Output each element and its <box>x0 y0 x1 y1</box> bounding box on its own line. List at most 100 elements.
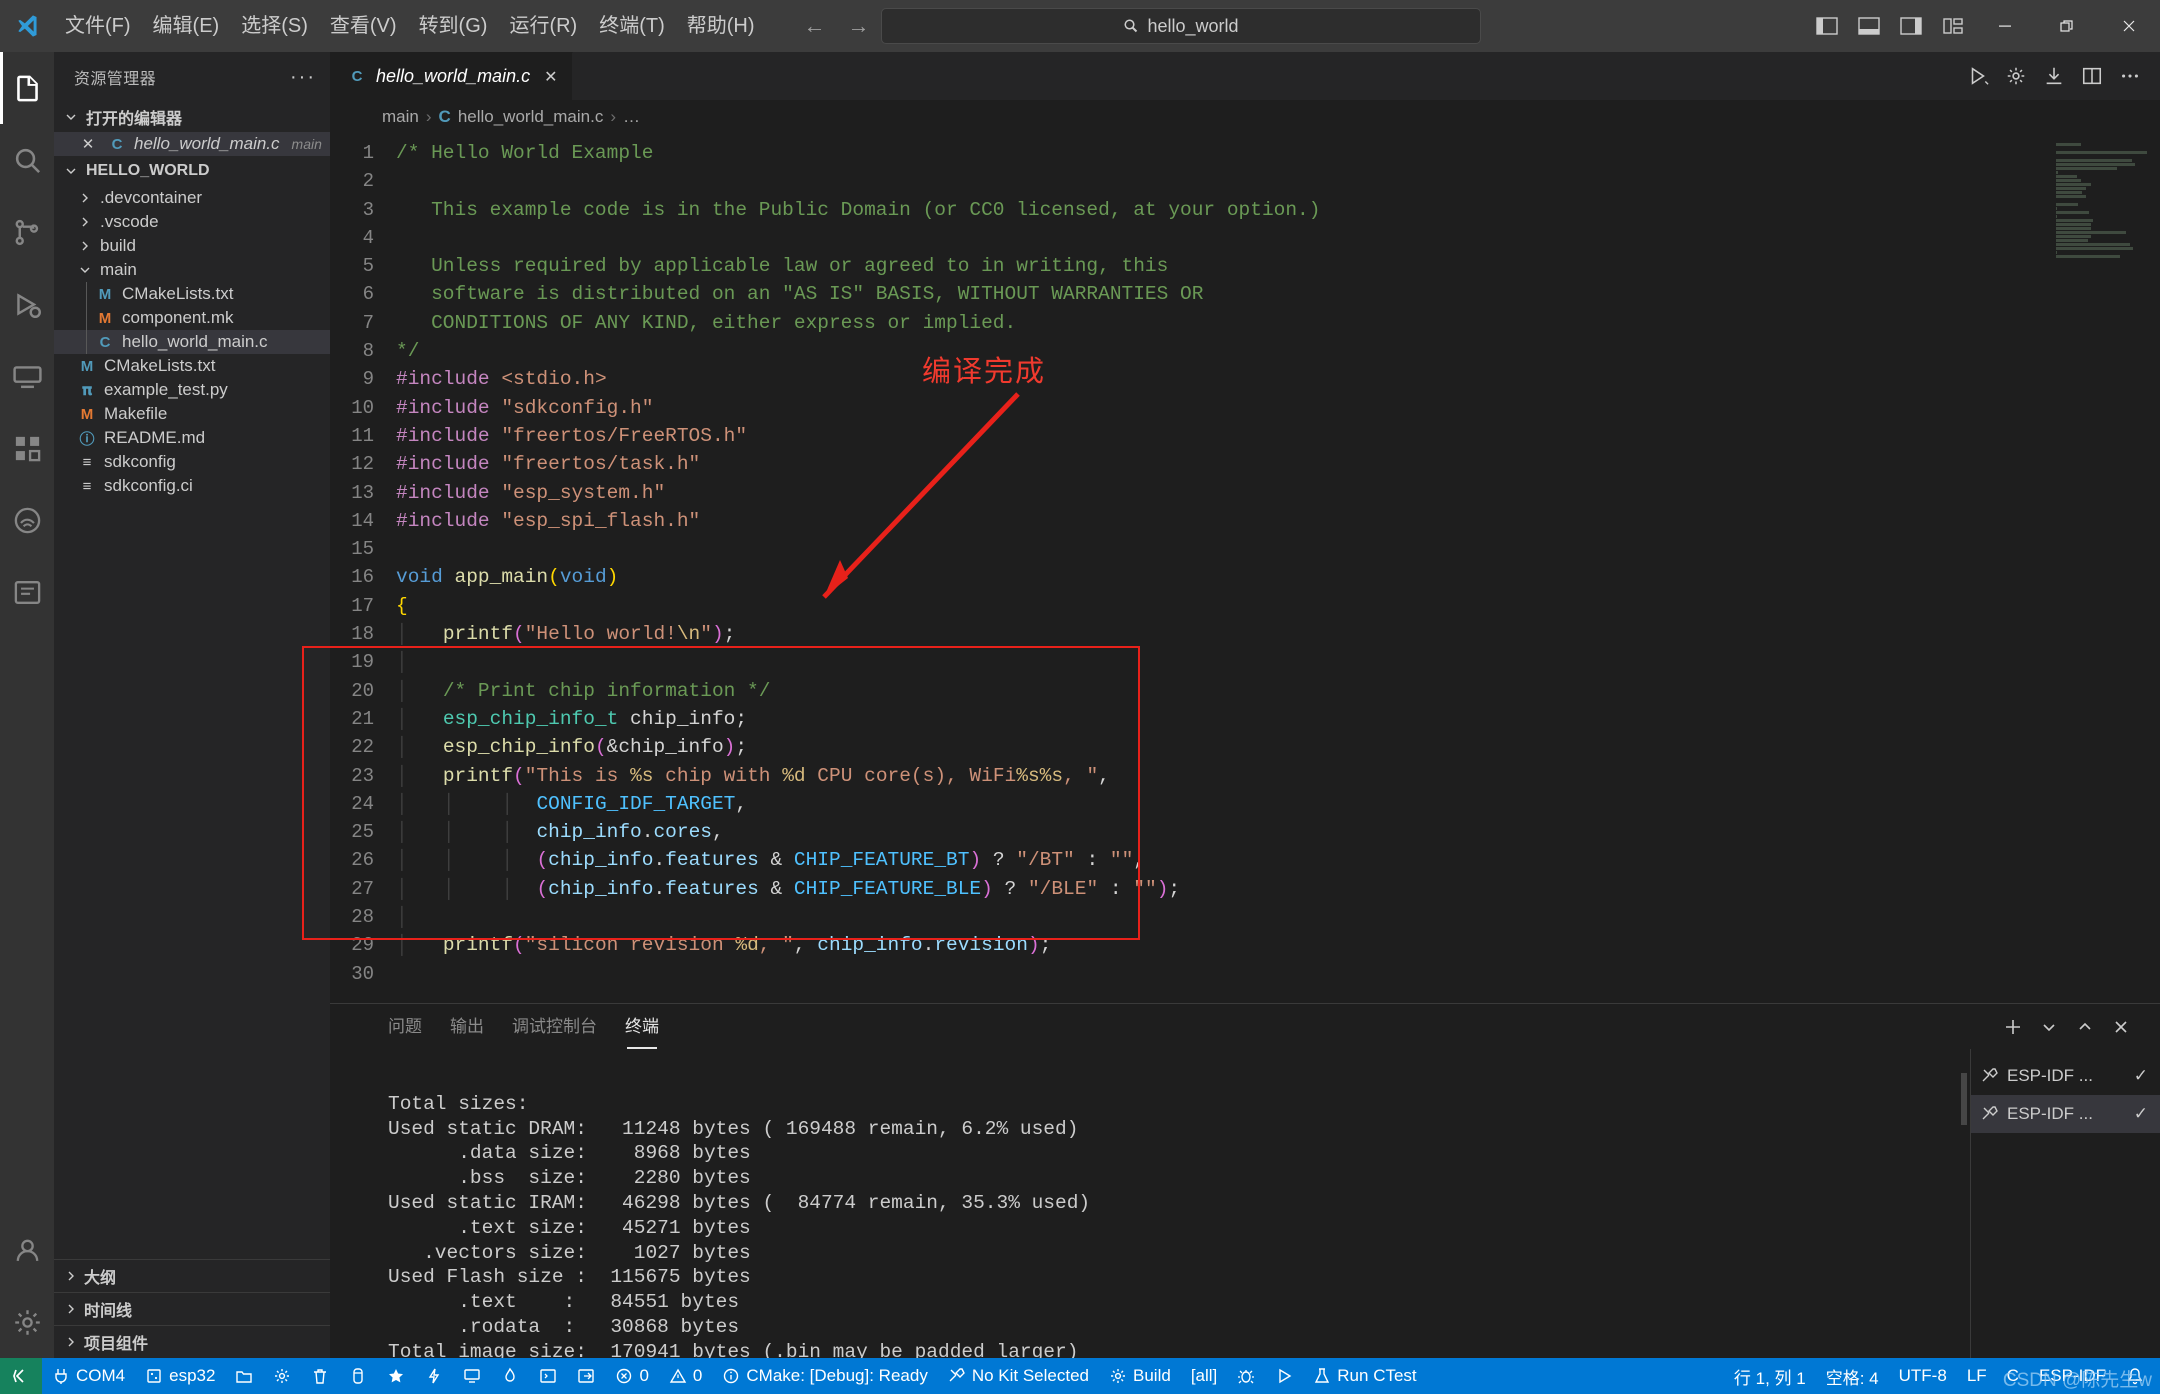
tree-file-sdkconfig[interactable]: ≡ sdkconfig <box>54 450 330 474</box>
status-item-left-12[interactable]: 0 <box>605 1358 658 1394</box>
code-line[interactable]: │ printf("Hello world!\n"); <box>396 620 2160 648</box>
menu-item-5[interactable]: 运行(R) <box>498 0 588 52</box>
status-item-left-14[interactable]: CMake: [Debug]: Ready <box>712 1358 937 1394</box>
code-line[interactable]: #include "freertos/task.h" <box>396 450 2160 478</box>
tree-folder-.vscode[interactable]: .vscode <box>54 210 330 234</box>
status-item-left-13[interactable]: 0 <box>659 1358 712 1394</box>
code-line[interactable]: This example code is in the Public Domai… <box>396 196 2160 224</box>
menu-item-0[interactable]: 文件(F) <box>54 0 142 52</box>
status-item-left-8[interactable] <box>453 1358 491 1394</box>
section-open-editors[interactable]: 打开的编辑器 <box>54 102 330 132</box>
status-item-left-17[interactable]: [all] <box>1181 1358 1227 1394</box>
arrow-right-icon[interactable]: → <box>848 13 870 39</box>
breadcrumb[interactable]: main › C hello_world_main.c › … <box>330 100 2160 134</box>
code-line[interactable]: #include <stdio.h> <box>396 365 2160 393</box>
menu-item-6[interactable]: 终端(T) <box>588 0 676 52</box>
status-item-left-16[interactable]: Build <box>1099 1358 1181 1394</box>
menu-item-1[interactable]: 编辑(E) <box>142 0 231 52</box>
terminal-scrollbar[interactable] <box>1958 1049 1970 1358</box>
status-item-left-3[interactable] <box>263 1358 301 1394</box>
editor-tab[interactable]: C hello_world_main.c ✕ <box>330 52 573 100</box>
panel-tab-输出[interactable]: 输出 <box>450 1012 484 1041</box>
code-line[interactable]: void app_main(void) <box>396 563 2160 591</box>
activity-item-search[interactable] <box>0 124 54 196</box>
breadcrumb-item-main[interactable]: main <box>382 107 419 127</box>
window-restore-button[interactable] <box>2036 0 2098 52</box>
more-actions-icon[interactable] <box>2112 58 2148 94</box>
status-item-left-9[interactable] <box>491 1358 529 1394</box>
code-line[interactable]: #include "esp_system.h" <box>396 479 2160 507</box>
chevron-down-icon[interactable] <box>2036 1014 2062 1040</box>
tree-file-CMakeLists.txt[interactable]: M CMakeLists.txt <box>54 354 330 378</box>
status-item-left-1[interactable]: esp32 <box>135 1358 225 1394</box>
code-line[interactable] <box>396 535 2160 563</box>
activity-item-source-control[interactable] <box>0 196 54 268</box>
add-terminal-icon[interactable] <box>2000 1014 2026 1040</box>
tree-file-Makefile[interactable]: M Makefile <box>54 402 330 426</box>
status-item-right-2[interactable]: UTF-8 <box>1889 1358 1957 1394</box>
menu-item-4[interactable]: 转到(G) <box>408 0 499 52</box>
status-item-right-0[interactable]: 行 1, 列 1 <box>1724 1358 1816 1394</box>
toggle-primary-sidebar-icon[interactable] <box>1810 9 1844 43</box>
terminal-list-item-1[interactable]: ESP-IDF ... ✓ <box>1971 1095 2160 1134</box>
close-panel-icon[interactable] <box>2108 1014 2134 1040</box>
panel-tab-问题[interactable]: 问题 <box>388 1012 422 1041</box>
code-line[interactable]: CONDITIONS OF ANY KIND, either express o… <box>396 309 2160 337</box>
scrollbar-thumb[interactable] <box>1961 1073 1967 1126</box>
status-item-left-18[interactable] <box>1227 1358 1265 1394</box>
status-item-left-11[interactable] <box>567 1358 605 1394</box>
sidebar-section-0[interactable]: 大纲 <box>54 1259 330 1292</box>
tree-file-CMakeLists.txt[interactable]: M CMakeLists.txt <box>54 282 330 306</box>
code-line[interactable]: │ │ │ (chip_info.features & CHIP_FEATURE… <box>396 875 2160 903</box>
code-line[interactable]: Unless required by applicable law or agr… <box>396 252 2160 280</box>
breadcrumb-item-more[interactable]: … <box>623 107 640 127</box>
code-line[interactable]: │ esp_chip_info_t chip_info; <box>396 705 2160 733</box>
split-editor-icon[interactable] <box>2074 58 2110 94</box>
window-close-button[interactable] <box>2098 0 2160 52</box>
panel-tab-调试控制台[interactable]: 调试控制台 <box>512 1012 597 1041</box>
status-item-left-19[interactable] <box>1265 1358 1303 1394</box>
code-line[interactable]: /* Hello World Example <box>396 139 2160 167</box>
activity-item-accounts[interactable] <box>0 1214 54 1286</box>
tree-file-component.mk[interactable]: Mcomponent.mk <box>54 306 330 330</box>
menu-item-2[interactable]: 选择(S) <box>230 0 319 52</box>
code-line[interactable]: │ esp_chip_info(&chip_info); <box>396 733 2160 761</box>
code-line[interactable] <box>396 167 2160 195</box>
breadcrumb-item-file[interactable]: hello_world_main.c <box>458 107 604 127</box>
status-item-left-4[interactable] <box>301 1358 339 1394</box>
activity-item-run-and-debug[interactable] <box>0 268 54 340</box>
terminal-list-item-0[interactable]: ESP-IDF ... ✓ <box>1971 1057 2160 1095</box>
menu-item-7[interactable]: 帮助(H) <box>676 0 766 52</box>
menu-item-3[interactable]: 查看(V) <box>319 0 408 52</box>
activity-item-cmake[interactable] <box>0 556 54 628</box>
terminal-output[interactable]: Total sizes: Used static DRAM: 11248 byte… <box>330 1049 1958 1358</box>
menu-bar[interactable]: 文件(F) 编辑(E) 选择(S) 查看(V) 转到(G) 运行(R) 终端(T) 帮助(H) <box>54 0 766 52</box>
toggle-panel-icon[interactable] <box>1852 9 1886 43</box>
code-line[interactable]: │ /* Print chip information */ <box>396 677 2160 705</box>
code-line[interactable]: #include "freertos/FreeRTOS.h" <box>396 422 2160 450</box>
code-line[interactable]: #include "sdkconfig.h" <box>396 394 2160 422</box>
status-remote-button[interactable] <box>0 1358 42 1394</box>
code-line[interactable]: │ printf("silicon revision %d, ", chip_i… <box>396 931 2160 959</box>
section-project-root[interactable]: HELLO_WORLD <box>54 156 330 186</box>
status-item-left-20[interactable]: Run CTest <box>1303 1358 1426 1394</box>
panel-tab-终端[interactable]: 终端 <box>625 1012 659 1050</box>
status-item-left-2[interactable] <box>225 1358 263 1394</box>
open-editor-item[interactable]: ✕ C hello_world_main.c main <box>54 132 330 156</box>
tree-folder-main[interactable]: main <box>54 258 330 282</box>
tree-folder-build[interactable]: build <box>54 234 330 258</box>
tree-file-README.md[interactable]: ⓘ README.md <box>54 426 330 450</box>
code-line[interactable]: │ printf("This is %s chip with %d CPU co… <box>396 762 2160 790</box>
sidebar-section-2[interactable]: 项目组件 <box>54 1325 330 1358</box>
code-line[interactable]: │ <box>396 903 2160 931</box>
tree-file-hello_world_main.c[interactable]: Chello_world_main.c <box>54 330 330 354</box>
code-line[interactable]: */ <box>396 337 2160 365</box>
toggle-secondary-sidebar-icon[interactable] <box>1894 9 1928 43</box>
code-line[interactable] <box>396 224 2160 252</box>
window-minimize-button[interactable] <box>1974 0 2036 52</box>
customize-layout-icon[interactable] <box>1936 9 1970 43</box>
tree-file-sdkconfig.ci[interactable]: ≡ sdkconfig.ci <box>54 474 330 498</box>
status-item-left-0[interactable]: COM4 <box>42 1358 135 1394</box>
code-line[interactable]: │ │ │ CONFIG_IDF_TARGET, <box>396 790 2160 818</box>
activity-item-manage[interactable] <box>0 1286 54 1358</box>
